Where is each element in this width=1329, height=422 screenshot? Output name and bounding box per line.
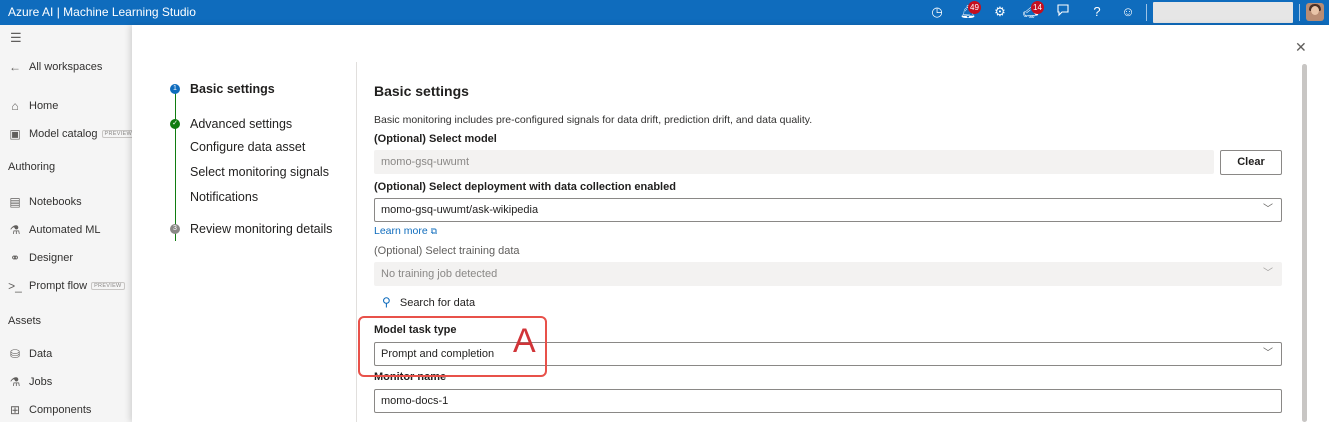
bell-icon[interactable]: 🔔︎ 49 xyxy=(959,1,981,21)
chevron-down-icon: ﹀ xyxy=(1263,204,1273,215)
nav-jobs[interactable]: ⚗ Jobs xyxy=(8,375,53,389)
chevron-down-icon: ﹀ xyxy=(1263,268,1273,279)
search-for-data-button[interactable]: ⚲ Search for data xyxy=(382,295,475,309)
jobs-icon: ⚗ xyxy=(9,375,21,389)
step-pending-icon: 3 xyxy=(170,224,180,234)
gear-icon[interactable]: ⚙ xyxy=(991,3,1009,21)
panel-divider xyxy=(356,62,357,422)
chevron-down-icon: ﹀ xyxy=(1263,348,1273,359)
nav-components-label: Components xyxy=(29,404,92,416)
smiley-icon[interactable]: ☺ xyxy=(1119,3,1137,21)
select-model-field: momo-gsq-uwumt xyxy=(374,150,1214,174)
topbar-divider xyxy=(1146,4,1147,21)
automated-ml-icon: ⚗ xyxy=(9,223,21,237)
notebook-icon: ▤ xyxy=(9,195,21,209)
nav-home-label: Home xyxy=(29,100,59,112)
nav-section-authoring: Authoring xyxy=(8,161,56,173)
form-title: Basic settings xyxy=(374,83,469,99)
step-configure-data-asset[interactable]: Configure data asset xyxy=(190,140,305,154)
back-arrow-icon: ← xyxy=(9,60,21,74)
components-icon: ⊞ xyxy=(9,403,21,417)
designer-icon: ⚭ xyxy=(9,251,21,265)
avatar-face xyxy=(1311,6,1319,15)
create-monitor-panel: ✕ 1 Basic settings ✓ Advanced settings C… xyxy=(132,25,1329,422)
monitor-name-input[interactable]: momo-docs-1 xyxy=(374,389,1282,413)
learn-more-label: Learn more xyxy=(374,225,428,237)
annotation-letter: A xyxy=(513,322,536,360)
nav-section-assets: Assets xyxy=(8,315,42,327)
nav-model-catalog[interactable]: ▣ Model catalog PREVIEW xyxy=(8,127,135,141)
deployment-dropdown[interactable]: momo-gsq-uwumt/ask-wikipedia ﹀ xyxy=(374,198,1282,222)
training-data-dropdown: No training job detected ﹀ xyxy=(374,262,1282,286)
select-model-value: momo-gsq-uwumt xyxy=(381,156,470,168)
step-review-monitoring-details[interactable]: Review monitoring details xyxy=(190,222,332,236)
learn-more-link[interactable]: Learn more ⧉ xyxy=(374,225,437,237)
nav-jobs-label: Jobs xyxy=(29,376,53,388)
step-select-monitoring-signals[interactable]: Select monitoring signals xyxy=(190,165,329,179)
nav-all-workspaces-label: All workspaces xyxy=(29,61,103,73)
nav-data[interactable]: ⛁ Data xyxy=(8,347,52,361)
nav-data-label: Data xyxy=(29,348,53,360)
preview-badge: PREVIEW xyxy=(91,282,125,290)
steps-rail xyxy=(175,91,176,241)
catalog-icon: ▣ xyxy=(9,127,21,141)
nav-all-workspaces[interactable]: ← All workspaces xyxy=(8,60,102,74)
step-current-icon: 1 xyxy=(170,84,180,94)
scrollbar-thumb[interactable] xyxy=(1302,64,1307,422)
notification-badge: 49 xyxy=(968,1,981,14)
nav-components[interactable]: ⊞ Components xyxy=(8,403,91,417)
close-icon[interactable]: ✕ xyxy=(1295,39,1307,56)
avatar[interactable] xyxy=(1306,3,1324,21)
training-data-value: No training job detected xyxy=(381,268,498,280)
left-navigation: ☰ ← All workspaces ⌂ Home ▣ Model catalo… xyxy=(0,25,135,422)
nav-prompt-flow-label: Prompt flow xyxy=(29,280,88,292)
checkmark-icon: ✓ xyxy=(170,119,180,129)
preview-badge: PREVIEW xyxy=(101,130,135,138)
select-model-label: (Optional) Select model xyxy=(374,133,497,145)
megaphone-icon[interactable]: 📣︎ 14 xyxy=(1022,1,1044,21)
search-for-data-label: Search for data xyxy=(399,297,476,309)
search-icon: ⚲ xyxy=(382,295,391,309)
nav-notebooks[interactable]: ▤ Notebooks xyxy=(8,195,82,209)
nav-home[interactable]: ⌂ Home xyxy=(8,99,58,113)
hamburger-icon[interactable]: ☰ xyxy=(10,30,24,46)
nav-designer[interactable]: ⚭ Designer xyxy=(8,251,73,265)
nav-automated-ml-label: Automated ML xyxy=(29,224,101,236)
step-basic-settings[interactable]: Basic settings xyxy=(190,82,275,96)
form-description: Basic monitoring includes pre-configured… xyxy=(374,114,813,126)
announcement-badge: 14 xyxy=(1031,1,1044,14)
help-icon[interactable]: ? xyxy=(1088,3,1106,21)
deployment-label: (Optional) Select deployment with data c… xyxy=(374,181,676,193)
nav-notebooks-label: Notebooks xyxy=(29,196,82,208)
nav-model-catalog-label: Model catalog xyxy=(29,128,98,140)
step-advanced-settings[interactable]: Advanced settings xyxy=(190,117,292,131)
app-title[interactable]: Azure AI | Machine Learning Studio xyxy=(8,5,196,19)
step-notifications[interactable]: Notifications xyxy=(190,190,258,204)
top-bar: Azure AI | Machine Learning Studio ◷ 🔔︎ 4… xyxy=(0,0,1329,25)
monitor-name-value: momo-docs-1 xyxy=(381,395,449,407)
nav-designer-label: Designer xyxy=(29,252,74,264)
topbar-divider xyxy=(1299,4,1300,21)
prompt-flow-icon: >_ xyxy=(8,279,22,293)
data-icon: ⛁ xyxy=(9,347,21,361)
directory-search-box[interactable] xyxy=(1153,2,1293,23)
clock-icon[interactable]: ◷ xyxy=(928,3,946,21)
feedback-icon[interactable] xyxy=(1054,3,1072,21)
training-data-label: (Optional) Select training data xyxy=(374,245,520,257)
deployment-value: momo-gsq-uwumt/ask-wikipedia xyxy=(381,204,539,216)
nav-automated-ml[interactable]: ⚗ Automated ML xyxy=(8,223,101,237)
panel-scrollbar[interactable] xyxy=(1302,64,1307,422)
nav-prompt-flow[interactable]: >_ Prompt flow PREVIEW xyxy=(8,279,125,293)
home-icon: ⌂ xyxy=(11,99,19,113)
external-link-icon: ⧉ xyxy=(430,226,438,236)
clear-button[interactable]: Clear xyxy=(1220,150,1282,175)
